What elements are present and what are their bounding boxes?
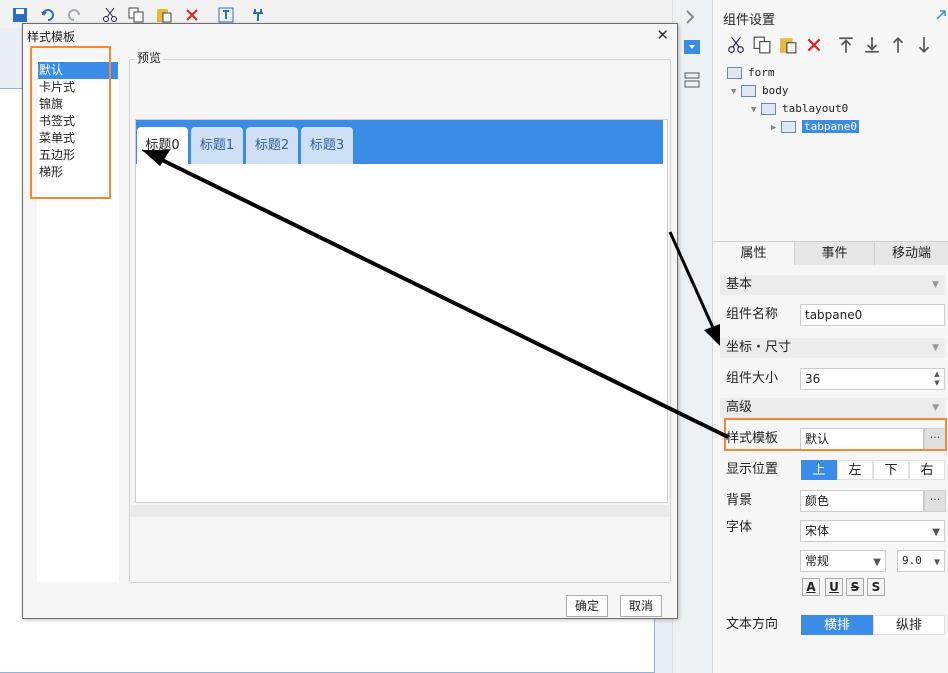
callout-arrow-right xyxy=(668,231,716,331)
callout-arrow-main xyxy=(161,158,729,439)
annotation-arrows xyxy=(141,149,729,439)
callout-arrow-right-head xyxy=(704,324,720,346)
